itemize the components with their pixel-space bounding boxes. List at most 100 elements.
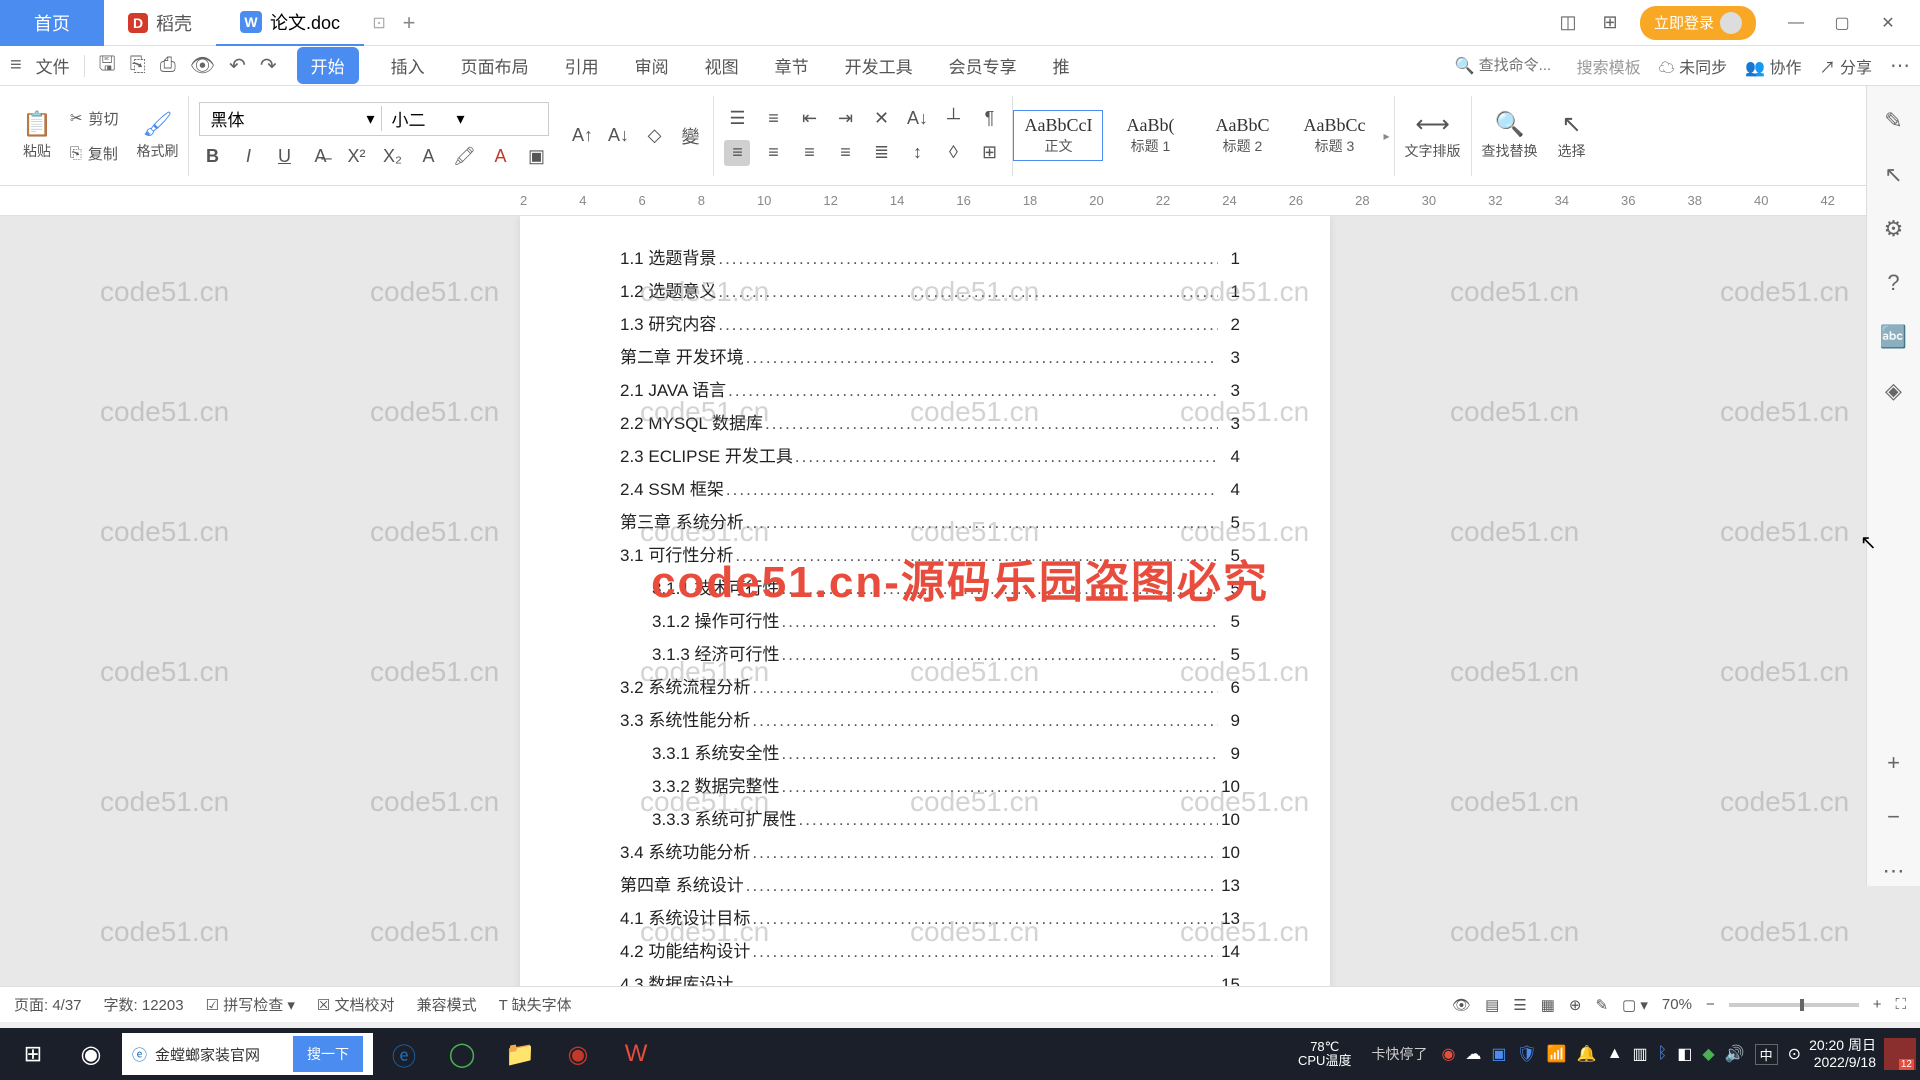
page-indicator[interactable]: 页面: 4/37 [14, 994, 82, 1015]
minimize-button[interactable]: — [1774, 7, 1818, 39]
align-right-button[interactable]: ≡ [796, 140, 822, 166]
hamburger-icon[interactable]: ≡ [10, 54, 22, 77]
tray-icon[interactable]: ◆ [1702, 1044, 1714, 1064]
word-count[interactable]: 字数: 12203 [104, 994, 184, 1015]
style-标题 2[interactable]: AaBbC标题 2 [1197, 111, 1287, 160]
toc-entry[interactable]: 3.3.1 系统安全性.............................… [620, 739, 1240, 764]
toc-entry[interactable]: 2.3 ECLIPSE 开发工具........................… [620, 442, 1240, 467]
menu-开始[interactable]: 开始 [297, 47, 359, 84]
notification-badge[interactable]: 12 [1884, 1038, 1916, 1070]
zoom-in-icon[interactable]: + [1879, 748, 1909, 778]
superscript-button[interactable]: X² [343, 144, 369, 170]
fit-icon[interactable]: ▢ ▾ [1622, 996, 1648, 1014]
pen-icon[interactable]: ✎ [1879, 106, 1909, 136]
font-color-button[interactable]: A [487, 144, 513, 170]
spell-check-toggle[interactable]: ☑ 拼写检查 ▾ [206, 994, 295, 1015]
taskbar-clock[interactable]: 20:20 周日 2022/9/18 [1809, 1037, 1876, 1071]
toc-entry[interactable]: 3.2 系统流程分析..............................… [620, 673, 1240, 698]
wps-app-icon[interactable]: W [607, 1028, 665, 1080]
italic-button[interactable]: I [235, 144, 261, 170]
preview-icon[interactable]: 👁 [190, 53, 215, 78]
taskbar-search[interactable]: ⓔ 金螳螂家装官网 搜一下 [122, 1033, 373, 1075]
tab-home[interactable]: 首页 [0, 0, 104, 46]
copy-button[interactable]: ⎘ 复制 [70, 139, 119, 168]
cut-button[interactable]: ✂ 剪切 [70, 104, 119, 133]
maximize-button[interactable]: ▢ [1820, 7, 1864, 39]
shrink-font-button[interactable]: A↓ [605, 123, 631, 149]
grow-font-button[interactable]: A↑ [569, 123, 595, 149]
toc-entry[interactable]: 1.2 选题意义................................… [620, 277, 1240, 302]
save-icon[interactable]: 🖫 [99, 49, 116, 83]
line-spacing-button[interactable]: ↕ [904, 140, 930, 166]
document-page[interactable]: 1.1 选题背景................................… [520, 216, 1330, 986]
ruler[interactable]: 24681012141618202224262830323436384042 [0, 186, 1920, 216]
sort-button[interactable]: A↓ [904, 106, 930, 132]
document-area[interactable]: 1.1 选题背景................................… [0, 216, 1920, 986]
toc-entry[interactable]: 3.1.1 技术可行性.............................… [620, 574, 1240, 599]
tray-icon[interactable]: ◧ [1677, 1044, 1692, 1064]
toc-entry[interactable]: 3.1.2 操作可行性.............................… [620, 607, 1240, 632]
search-button[interactable]: 搜一下 [293, 1036, 363, 1072]
tab-menu-icon[interactable]: ⊡ [364, 13, 394, 33]
border-button[interactable]: ⊞ [976, 140, 1002, 166]
layout-1-icon[interactable]: ◫ [1556, 11, 1580, 35]
weather-widget[interactable]: 78℃ CPU温度 [1298, 1040, 1351, 1069]
menu-插入[interactable]: 插入 [387, 47, 429, 84]
login-button[interactable]: 立即登录 [1640, 6, 1756, 40]
style-标题 1[interactable]: AaBb(标题 1 [1105, 111, 1195, 160]
align-center-button[interactable]: ≡ [760, 140, 786, 166]
missing-font[interactable]: T 缺失字体 [499, 994, 572, 1015]
font-name-input[interactable]: 黑体 [200, 106, 360, 131]
view-web-icon[interactable]: ▦ [1541, 996, 1555, 1014]
tab-docshell[interactable]: D 稻壳 [104, 0, 216, 46]
tray-icon[interactable]: ▲ [1607, 1045, 1623, 1063]
toc-entry[interactable]: 第二章 开发环境................................… [620, 343, 1240, 368]
menu-会员专享[interactable]: 会员专享 [945, 47, 1021, 84]
char-border-button[interactable]: ▣ [523, 144, 549, 170]
undo-icon[interactable]: ↶ [229, 53, 246, 78]
toc-entry[interactable]: 第四章 系统设计................................… [620, 871, 1240, 896]
text-layout-button[interactable]: ⟷文字排版 [1405, 110, 1461, 161]
tray-icon[interactable]: ☁ [1465, 1044, 1481, 1064]
fullscreen-icon[interactable]: ⛶ [1895, 996, 1906, 1013]
zoom-out-button[interactable]: − [1706, 996, 1715, 1013]
zoom-out-icon[interactable]: − [1879, 802, 1909, 832]
shading-button[interactable]: ◊ [940, 140, 966, 166]
toc-entry[interactable]: 2.1 JAVA 语言.............................… [620, 376, 1240, 401]
select-button[interactable]: ↖选择 [1558, 110, 1586, 161]
tray-volume-icon[interactable]: 🔊 [1725, 1044, 1745, 1064]
file-menu[interactable]: 文件 [36, 53, 70, 78]
bold-button[interactable]: B [199, 144, 225, 170]
strikethrough-button[interactable]: A̶ [307, 144, 333, 170]
share-button[interactable]: ↗ 分享 [1820, 54, 1872, 78]
toc-entry[interactable]: 2.2 MYSQL 数据库...........................… [620, 409, 1240, 434]
ie-app-icon[interactable]: ⓔ [375, 1028, 433, 1080]
menu-推[interactable]: 推 [1049, 47, 1074, 84]
subscript-button[interactable]: X₂ [379, 144, 405, 170]
menu-页面布局[interactable]: 页面布局 [457, 47, 533, 84]
toc-entry[interactable]: 第三章 系统分析................................… [620, 508, 1240, 533]
redo-icon[interactable]: ↷ [260, 53, 277, 78]
font-size-input[interactable]: 小二 [381, 106, 451, 131]
show-marks-button[interactable]: ¶ [976, 106, 1002, 132]
style-more-icon[interactable]: ▸ [1379, 129, 1393, 143]
search-template[interactable]: 搜索模板 [1577, 54, 1641, 78]
bullet-list-button[interactable]: ☰ [724, 106, 750, 132]
tray-icon[interactable]: ▣ [1491, 1044, 1506, 1064]
tray-icon[interactable]: ◉ [1441, 1044, 1455, 1064]
toc-entry[interactable]: 3.4 系统功能分析..............................… [620, 838, 1240, 863]
tray-wifi-icon[interactable]: 📶 [1547, 1044, 1567, 1064]
popup-notice[interactable]: 卡快停了 [1371, 1044, 1427, 1064]
tab-document[interactable]: W 论文.doc [216, 0, 364, 46]
compat-mode[interactable]: 兼容模式 [417, 994, 477, 1015]
highlight-button[interactable]: 🖍 [451, 144, 477, 170]
font-selector[interactable]: 黑体 ▾ 小二 ▾ [199, 102, 549, 136]
toc-entry[interactable]: 4.2 功能结构设计..............................… [620, 937, 1240, 962]
tools-icon[interactable]: ◈ [1879, 376, 1909, 406]
command-search[interactable]: 🔍 [1455, 56, 1559, 76]
underline-button[interactable]: U [271, 144, 297, 170]
toc-entry[interactable]: 3.3.3 系统可扩展性............................… [620, 805, 1240, 830]
tray-icon[interactable]: 🛡 [1517, 1044, 1537, 1064]
eye-icon[interactable]: 👁 [1452, 996, 1471, 1014]
style-正文[interactable]: AaBbCcI正文 [1013, 110, 1103, 161]
